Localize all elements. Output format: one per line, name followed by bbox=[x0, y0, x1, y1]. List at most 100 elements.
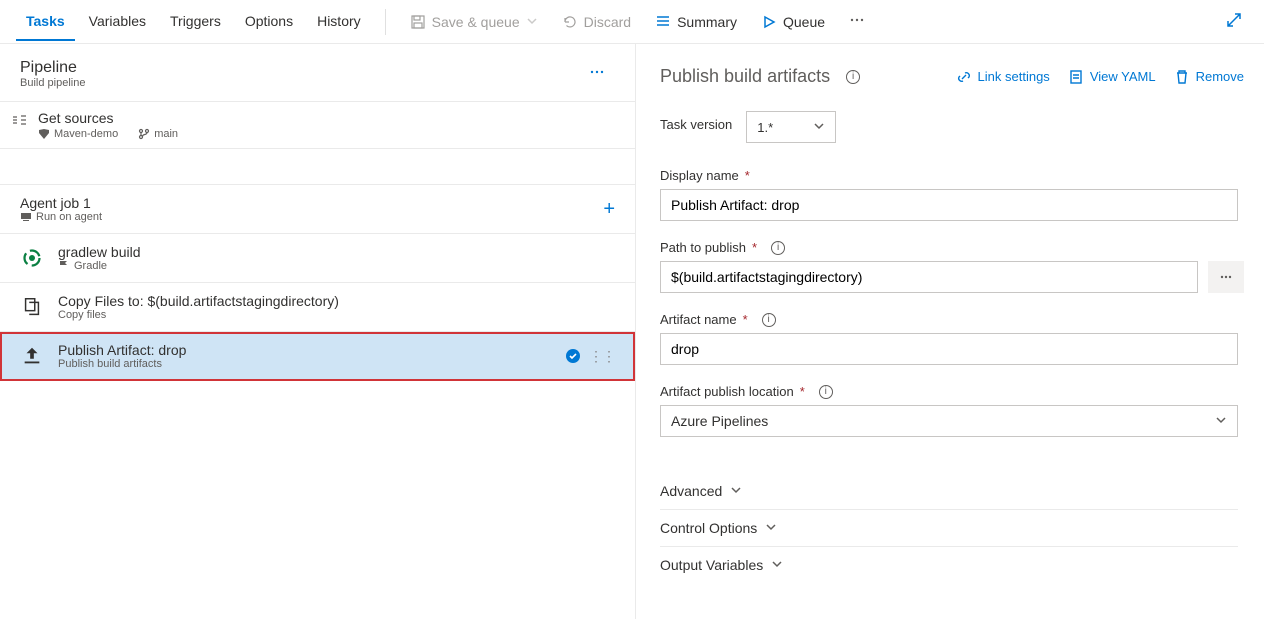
save-queue-label: Save & queue bbox=[432, 14, 520, 30]
section-label: Advanced bbox=[660, 483, 722, 499]
discard-label: Discard bbox=[584, 14, 631, 30]
pipeline-title: Pipeline bbox=[20, 59, 85, 77]
section-advanced[interactable]: Advanced bbox=[660, 473, 1238, 510]
upload-icon bbox=[20, 344, 44, 368]
branch-name: main bbox=[154, 128, 178, 140]
gradle-icon bbox=[20, 246, 44, 270]
play-icon bbox=[761, 14, 777, 30]
path-browse-button[interactable] bbox=[1208, 261, 1244, 293]
ellipsis-icon bbox=[589, 64, 605, 80]
task-row-gradle[interactable]: gradlew build Gradle bbox=[0, 234, 635, 283]
view-yaml-label: View YAML bbox=[1090, 69, 1156, 84]
left-pane: Pipeline Build pipeline Get sources Mave… bbox=[0, 44, 636, 619]
summary-icon bbox=[655, 14, 671, 30]
artifact-name-label: Artifact name bbox=[660, 312, 737, 327]
chevron-down-icon bbox=[813, 120, 825, 135]
gap-row bbox=[0, 149, 635, 185]
top-toolbar: Tasks Variables Triggers Options History… bbox=[0, 0, 1264, 44]
main-split: Pipeline Build pipeline Get sources Mave… bbox=[0, 44, 1264, 619]
yaml-icon bbox=[1068, 69, 1084, 85]
section-label: Output Variables bbox=[660, 557, 763, 573]
required-star: * bbox=[800, 384, 805, 399]
section-label: Control Options bbox=[660, 520, 757, 536]
task-settings-title: Publish build artifacts bbox=[660, 66, 830, 87]
drag-handle-icon[interactable]: ⋮⋮ bbox=[589, 348, 615, 365]
flag-icon bbox=[58, 260, 70, 272]
link-settings-button[interactable]: Link settings bbox=[956, 69, 1050, 85]
repo-name: Maven-demo bbox=[54, 128, 118, 140]
right-pane: Publish build artifacts i Link settings … bbox=[636, 44, 1264, 619]
summary-label: Summary bbox=[677, 14, 737, 30]
task-title: Copy Files to: $(build.artifactstagingdi… bbox=[58, 293, 339, 309]
get-sources-label: Get sources bbox=[38, 110, 178, 126]
task-version-label: Task version bbox=[660, 117, 732, 132]
task-version-row: Task version 1.* bbox=[660, 111, 1244, 143]
ellipsis-icon bbox=[1218, 269, 1234, 285]
location-select[interactable]: Azure Pipelines bbox=[660, 405, 1238, 437]
tab-history[interactable]: History bbox=[307, 3, 371, 41]
check-circle-icon bbox=[565, 348, 581, 364]
separator bbox=[385, 9, 386, 35]
expand-button[interactable] bbox=[1220, 6, 1248, 37]
pipeline-header[interactable]: Pipeline Build pipeline bbox=[0, 44, 635, 102]
queue-label: Queue bbox=[783, 14, 825, 30]
remove-label: Remove bbox=[1196, 69, 1244, 84]
chevron-down-icon bbox=[730, 483, 742, 499]
info-icon[interactable]: i bbox=[762, 313, 776, 327]
task-title: Publish Artifact: drop bbox=[58, 342, 186, 358]
tab-tasks[interactable]: Tasks bbox=[16, 3, 75, 41]
undo-icon bbox=[562, 14, 578, 30]
chevron-down-icon bbox=[1215, 413, 1227, 429]
right-header: Publish build artifacts i Link settings … bbox=[660, 66, 1244, 87]
tab-variables[interactable]: Variables bbox=[79, 3, 156, 41]
trash-icon bbox=[1174, 69, 1190, 85]
copy-icon bbox=[20, 295, 44, 319]
agent-job-row[interactable]: Agent job 1 Run on agent + bbox=[0, 185, 635, 234]
queue-button[interactable]: Queue bbox=[751, 8, 835, 36]
tab-triggers[interactable]: Triggers bbox=[160, 3, 231, 41]
task-subtitle: Publish build artifacts bbox=[58, 358, 186, 370]
section-output-variables[interactable]: Output Variables bbox=[660, 547, 1238, 583]
task-row-publish[interactable]: Publish Artifact: drop Publish build art… bbox=[0, 332, 635, 381]
task-subtitle: Copy files bbox=[58, 309, 339, 321]
artifact-name-input[interactable] bbox=[660, 333, 1238, 365]
toolbar-more-button[interactable] bbox=[839, 6, 875, 37]
agent-job-title: Agent job 1 bbox=[20, 195, 102, 211]
expand-icon bbox=[1226, 12, 1242, 28]
task-version-select[interactable]: 1.* bbox=[746, 111, 836, 143]
location-label: Artifact publish location bbox=[660, 384, 794, 399]
task-version-value: 1.* bbox=[757, 120, 773, 135]
task-title: gradlew build bbox=[58, 244, 141, 260]
task-row-copy[interactable]: Copy Files to: $(build.artifactstagingdi… bbox=[0, 283, 635, 332]
sources-icon bbox=[11, 112, 27, 128]
discard-button: Discard bbox=[552, 8, 641, 36]
chevron-down-icon bbox=[526, 14, 538, 30]
pipeline-subtitle: Build pipeline bbox=[20, 77, 85, 89]
get-sources-row[interactable]: Get sources Maven-demo main bbox=[0, 102, 635, 149]
remove-button[interactable]: Remove bbox=[1174, 69, 1244, 85]
path-input[interactable] bbox=[660, 261, 1198, 293]
display-name-input[interactable] bbox=[660, 189, 1238, 221]
info-icon[interactable]: i bbox=[846, 70, 860, 84]
ellipsis-icon bbox=[849, 12, 865, 28]
tab-options[interactable]: Options bbox=[235, 3, 303, 41]
pipeline-more-button[interactable] bbox=[579, 58, 615, 89]
repo-icon bbox=[38, 128, 50, 140]
location-value: Azure Pipelines bbox=[671, 413, 768, 429]
info-icon[interactable]: i bbox=[771, 241, 785, 255]
info-icon[interactable]: i bbox=[819, 385, 833, 399]
section-control-options[interactable]: Control Options bbox=[660, 510, 1238, 547]
chevron-down-icon bbox=[771, 557, 783, 573]
path-label: Path to publish bbox=[660, 240, 746, 255]
chevron-down-icon bbox=[765, 520, 777, 536]
view-yaml-button[interactable]: View YAML bbox=[1068, 69, 1156, 85]
required-star: * bbox=[752, 240, 757, 255]
save-icon bbox=[410, 14, 426, 30]
link-icon bbox=[956, 69, 972, 85]
summary-button[interactable]: Summary bbox=[645, 8, 747, 36]
branch-icon bbox=[138, 128, 150, 140]
required-star: * bbox=[743, 312, 748, 327]
save-queue-button: Save & queue bbox=[400, 8, 548, 36]
add-task-button[interactable]: + bbox=[603, 198, 615, 221]
required-star: * bbox=[745, 168, 750, 183]
